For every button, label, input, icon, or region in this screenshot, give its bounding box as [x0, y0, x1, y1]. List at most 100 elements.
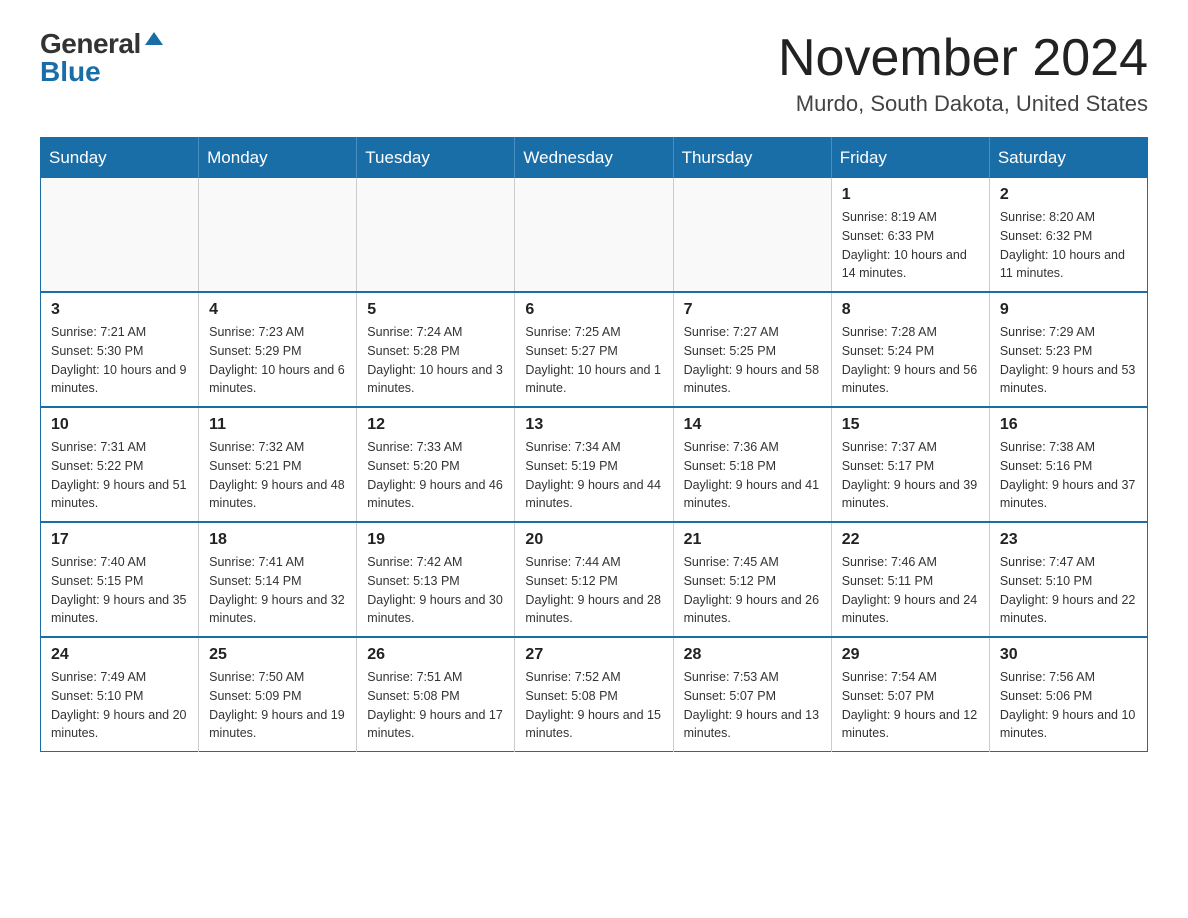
calendar-cell: 4 Sunrise: 7:23 AMSunset: 5:29 PMDaylight… — [199, 292, 357, 407]
calendar-cell: 3 Sunrise: 7:21 AMSunset: 5:30 PMDaylight… — [41, 292, 199, 407]
day-info: Sunrise: 7:33 AMSunset: 5:20 PMDaylight:… — [367, 438, 504, 513]
header-friday: Friday — [831, 138, 989, 179]
day-number: 1 — [842, 186, 979, 204]
calendar-cell: 27 Sunrise: 7:52 AMSunset: 5:08 PMDayligh… — [515, 637, 673, 752]
day-number: 24 — [51, 646, 188, 664]
title-block: November 2024 Murdo, South Dakota, Unite… — [778, 30, 1148, 117]
calendar-cell: 23Sunrise: 7:47 AMSunset: 5:10 PMDayligh… — [989, 522, 1147, 637]
day-number: 12 — [367, 416, 504, 434]
calendar-week-row: 10 Sunrise: 7:31 AMSunset: 5:22 PMDayligh… — [41, 407, 1148, 522]
calendar-cell: 6 Sunrise: 7:25 AMSunset: 5:27 PMDaylight… — [515, 292, 673, 407]
header-saturday: Saturday — [989, 138, 1147, 179]
day-number: 20 — [525, 531, 662, 549]
calendar-week-row: 3 Sunrise: 7:21 AMSunset: 5:30 PMDaylight… — [41, 292, 1148, 407]
calendar-cell: 11 Sunrise: 7:32 AMSunset: 5:21 PMDayligh… — [199, 407, 357, 522]
calendar-cell: 19Sunrise: 7:42 AMSunset: 5:13 PMDayligh… — [357, 522, 515, 637]
day-info: Sunrise: 7:50 AMSunset: 5:09 PMDaylight:… — [209, 668, 346, 743]
calendar-cell: 18 Sunrise: 7:41 AMSunset: 5:14 PMDayligh… — [199, 522, 357, 637]
day-info: Sunrise: 7:29 AMSunset: 5:23 PMDaylight:… — [1000, 323, 1137, 398]
calendar-cell — [357, 178, 515, 292]
day-number: 18 — [209, 531, 346, 549]
calendar-title: November 2024 — [778, 30, 1148, 87]
calendar-cell: 21 Sunrise: 7:45 AMSunset: 5:12 PMDayligh… — [673, 522, 831, 637]
day-number: 26 — [367, 646, 504, 664]
day-number: 29 — [842, 646, 979, 664]
day-info: Sunrise: 7:51 AMSunset: 5:08 PMDaylight:… — [367, 668, 504, 743]
day-number: 10 — [51, 416, 188, 434]
day-number: 17 — [51, 531, 188, 549]
header-monday: Monday — [199, 138, 357, 179]
day-info: Sunrise: 7:36 AMSunset: 5:18 PMDaylight:… — [684, 438, 821, 513]
day-info: Sunrise: 7:32 AMSunset: 5:21 PMDaylight:… — [209, 438, 346, 513]
day-info: Sunrise: 7:38 AMSunset: 5:16 PMDaylight:… — [1000, 438, 1137, 513]
calendar-cell: 12 Sunrise: 7:33 AMSunset: 5:20 PMDayligh… — [357, 407, 515, 522]
calendar-cell: 16 Sunrise: 7:38 AMSunset: 5:16 PMDayligh… — [989, 407, 1147, 522]
day-info: Sunrise: 8:19 AMSunset: 6:33 PMDaylight:… — [842, 208, 979, 283]
header-sunday: Sunday — [41, 138, 199, 179]
day-info: Sunrise: 7:54 AMSunset: 5:07 PMDaylight:… — [842, 668, 979, 743]
day-number: 14 — [684, 416, 821, 434]
calendar-cell — [199, 178, 357, 292]
calendar-cell: 24 Sunrise: 7:49 AMSunset: 5:10 PMDayligh… — [41, 637, 199, 752]
logo-blue-text: Blue — [40, 56, 101, 87]
day-number: 4 — [209, 301, 346, 319]
day-number: 23 — [1000, 531, 1137, 549]
day-info: Sunrise: 7:21 AMSunset: 5:30 PMDaylight:… — [51, 323, 188, 398]
calendar-cell: 29 Sunrise: 7:54 AMSunset: 5:07 PMDayligh… — [831, 637, 989, 752]
day-info: Sunrise: 7:31 AMSunset: 5:22 PMDaylight:… — [51, 438, 188, 513]
calendar-cell: 22Sunrise: 7:46 AMSunset: 5:11 PMDayligh… — [831, 522, 989, 637]
day-number: 7 — [684, 301, 821, 319]
calendar-cell — [673, 178, 831, 292]
day-number: 2 — [1000, 186, 1137, 204]
day-number: 22 — [842, 531, 979, 549]
calendar-cell: 28Sunrise: 7:53 AMSunset: 5:07 PMDayligh… — [673, 637, 831, 752]
day-number: 9 — [1000, 301, 1137, 319]
logo-general-text: General — [40, 30, 141, 58]
calendar-cell: 7 Sunrise: 7:27 AMSunset: 5:25 PMDaylight… — [673, 292, 831, 407]
day-number: 5 — [367, 301, 504, 319]
day-number: 3 — [51, 301, 188, 319]
day-number: 30 — [1000, 646, 1137, 664]
calendar-cell: 1 Sunrise: 8:19 AMSunset: 6:33 PMDaylight… — [831, 178, 989, 292]
day-info: Sunrise: 7:23 AMSunset: 5:29 PMDaylight:… — [209, 323, 346, 398]
calendar-week-row: 17 Sunrise: 7:40 AMSunset: 5:15 PMDayligh… — [41, 522, 1148, 637]
header-thursday: Thursday — [673, 138, 831, 179]
calendar-week-row: 1 Sunrise: 8:19 AMSunset: 6:33 PMDaylight… — [41, 178, 1148, 292]
calendar-cell: 20 Sunrise: 7:44 AMSunset: 5:12 PMDayligh… — [515, 522, 673, 637]
day-info: Sunrise: 7:25 AMSunset: 5:27 PMDaylight:… — [525, 323, 662, 398]
logo: General Blue — [40, 30, 163, 86]
day-info: Sunrise: 7:28 AMSunset: 5:24 PMDaylight:… — [842, 323, 979, 398]
day-info: Sunrise: 7:49 AMSunset: 5:10 PMDaylight:… — [51, 668, 188, 743]
calendar-week-row: 24 Sunrise: 7:49 AMSunset: 5:10 PMDayligh… — [41, 637, 1148, 752]
calendar-cell — [515, 178, 673, 292]
day-info: Sunrise: 7:56 AMSunset: 5:06 PMDaylight:… — [1000, 668, 1137, 743]
day-info: Sunrise: 7:37 AMSunset: 5:17 PMDaylight:… — [842, 438, 979, 513]
calendar-cell: 25 Sunrise: 7:50 AMSunset: 5:09 PMDayligh… — [199, 637, 357, 752]
calendar-table: Sunday Monday Tuesday Wednesday Thursday… — [40, 137, 1148, 752]
calendar-cell: 9 Sunrise: 7:29 AMSunset: 5:23 PMDaylight… — [989, 292, 1147, 407]
calendar-cell: 14 Sunrise: 7:36 AMSunset: 5:18 PMDayligh… — [673, 407, 831, 522]
day-info: Sunrise: 7:27 AMSunset: 5:25 PMDaylight:… — [684, 323, 821, 398]
day-number: 11 — [209, 416, 346, 434]
day-info: Sunrise: 7:52 AMSunset: 5:08 PMDaylight:… — [525, 668, 662, 743]
day-info: Sunrise: 7:45 AMSunset: 5:12 PMDaylight:… — [684, 553, 821, 628]
day-info: Sunrise: 7:41 AMSunset: 5:14 PMDaylight:… — [209, 553, 346, 628]
calendar-cell: 8Sunrise: 7:28 AMSunset: 5:24 PMDaylight… — [831, 292, 989, 407]
day-info: Sunrise: 8:20 AMSunset: 6:32 PMDaylight:… — [1000, 208, 1137, 283]
day-info: Sunrise: 7:44 AMSunset: 5:12 PMDaylight:… — [525, 553, 662, 628]
day-number: 21 — [684, 531, 821, 549]
day-number: 16 — [1000, 416, 1137, 434]
calendar-cell: 10 Sunrise: 7:31 AMSunset: 5:22 PMDayligh… — [41, 407, 199, 522]
day-number: 25 — [209, 646, 346, 664]
day-number: 15 — [842, 416, 979, 434]
day-number: 6 — [525, 301, 662, 319]
days-of-week-row: Sunday Monday Tuesday Wednesday Thursday… — [41, 138, 1148, 179]
header-tuesday: Tuesday — [357, 138, 515, 179]
calendar-location: Murdo, South Dakota, United States — [778, 91, 1148, 117]
calendar-cell: 26 Sunrise: 7:51 AMSunset: 5:08 PMDayligh… — [357, 637, 515, 752]
day-number: 27 — [525, 646, 662, 664]
calendar-cell: 30 Sunrise: 7:56 AMSunset: 5:06 PMDayligh… — [989, 637, 1147, 752]
day-info: Sunrise: 7:24 AMSunset: 5:28 PMDaylight:… — [367, 323, 504, 398]
calendar-header: Sunday Monday Tuesday Wednesday Thursday… — [41, 138, 1148, 179]
day-info: Sunrise: 7:40 AMSunset: 5:15 PMDaylight:… — [51, 553, 188, 628]
